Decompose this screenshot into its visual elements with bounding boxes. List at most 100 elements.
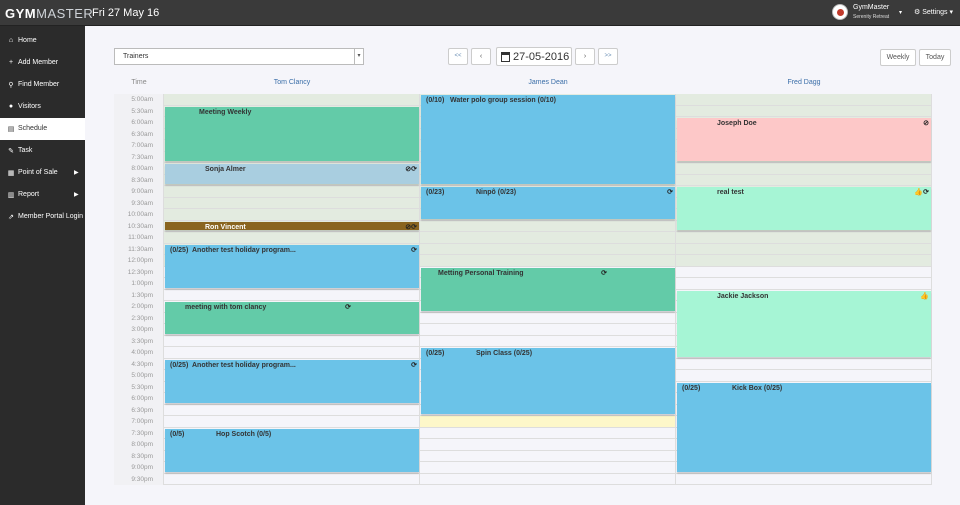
time-row[interactable]: 9:30pm (114, 473, 932, 485)
schedule-event[interactable]: Sonja Almer ⊘⟳ (165, 164, 419, 184)
time-label: 7:30pm (114, 427, 164, 439)
event-title: Metting Personal Training (438, 269, 524, 277)
time-label: 8:00am (114, 163, 164, 175)
time-label: 9:00am (114, 186, 164, 198)
schedule-event[interactable]: Jackie Jackson 👍 (677, 290, 931, 357)
column-divider (675, 94, 676, 485)
event-title: Kick Box (0/25) (732, 384, 783, 392)
weekly-button[interactable]: Weekly (880, 49, 916, 66)
time-label: 10:30am (114, 220, 164, 232)
member-portal-login-icon: ⇗ (8, 214, 14, 221)
event-status-icon: ⊘ (923, 120, 929, 127)
time-label: 7:00am (114, 140, 164, 152)
date-picker[interactable]: 27-05-2016 (496, 47, 572, 66)
column-header-james-dean[interactable]: James Dean (420, 79, 676, 86)
sidebar-item-label: Add Member (18, 59, 59, 66)
schedule-event[interactable]: (0/25) Another test holiday program... ⟳ (165, 359, 419, 403)
calendar-icon (501, 52, 510, 62)
event-title: Another test holiday program... (192, 361, 296, 369)
sidebar-item-visitors[interactable]: ● Visitors (0, 96, 85, 118)
time-label: 9:30pm (114, 473, 164, 485)
selected-date: 27-05-2016 (513, 51, 570, 63)
event-title: Meeting Weekly (199, 108, 252, 116)
schedule-event[interactable]: real test 👍⟳ (677, 187, 931, 230)
schedule-event[interactable]: (0/25) Spin Class (0/25) (421, 348, 675, 414)
schedule-event[interactable]: (0/25) Kick Box (0/25) (677, 382, 931, 472)
caret-down-icon: ▾ (899, 10, 903, 16)
point-of-sale-icon: ▦ (7, 170, 15, 177)
event-title: Another test holiday program... (192, 246, 296, 254)
next-day-button[interactable]: › (575, 48, 595, 65)
sidebar-item-schedule[interactable]: ▤ Schedule (0, 118, 85, 140)
time-label: 6:30pm (114, 404, 164, 416)
event-capacity: (0/25) (170, 361, 189, 369)
report-icon: ▥ (7, 192, 15, 199)
event-title: Ninpô (0/23) (476, 189, 517, 196)
column-header-tom-clancy[interactable]: Tom Clancy (164, 79, 420, 86)
time-label: 9:30am (114, 197, 164, 209)
time-label: 3:00pm (114, 324, 164, 336)
event-title: Ron Vincent (205, 223, 246, 231)
first-page-button[interactable]: << (448, 48, 468, 65)
schedule-event[interactable]: Joseph Doe ⊘ (677, 118, 931, 161)
visitors-icon: ● (8, 103, 14, 110)
event-status-icon: 👍 (920, 292, 929, 300)
event-title: Water polo group session (0/10) (450, 97, 556, 104)
schedule-main: Trainers ▾ << ‹ 27-05-2016 › >> Weekly T… (85, 26, 960, 505)
schedule-event[interactable]: (0/23) Ninpô (0/23) ⟳ (421, 187, 675, 219)
user-avatar-icon (832, 4, 848, 20)
schedule-icon: ▤ (7, 126, 15, 133)
time-label: 11:00am (114, 232, 164, 244)
event-title: Jackie Jackson (717, 292, 769, 300)
sidebar-item-member-portal-login[interactable]: ⇗ Member Portal Login (0, 206, 85, 228)
resource-type-select[interactable]: Trainers ▾ (114, 48, 364, 65)
event-capacity: (0/23) (426, 189, 445, 196)
sidebar-item-label: Member Portal Login (18, 213, 83, 220)
time-label: 6:00am (114, 117, 164, 129)
schedule-event[interactable]: Ron Vincent ⊘⟳ (165, 221, 419, 231)
time-label: 1:30pm (114, 289, 164, 301)
sidebar-item-add-member[interactable]: + Add Member (0, 52, 85, 74)
schedule-event[interactable]: Meeting Weekly (165, 106, 419, 161)
time-label: 7:00pm (114, 416, 164, 428)
sidebar-item-task[interactable]: ✎ Task (0, 140, 85, 162)
column-header-fred-dagg[interactable]: Fred Dagg (676, 79, 932, 86)
schedule-event[interactable]: (0/5) Hop Scotch (0/5) (165, 428, 419, 472)
time-label: 12:30pm (114, 266, 164, 278)
find-member-icon: ⚲ (8, 82, 14, 89)
sidebar-item-home[interactable]: ⌂ Home (0, 30, 85, 52)
settings-menu[interactable]: ⚙ Settings ▾ (914, 8, 953, 16)
time-label: 8:30pm (114, 450, 164, 462)
sidebar-item-label: Report (18, 191, 40, 198)
time-label: 4:00pm (114, 347, 164, 359)
sidebar-item-label: Home (18, 37, 37, 44)
schedule-event[interactable]: (0/10) Water polo group session (0/10) (421, 95, 675, 184)
sidebar-item-label: Schedule (18, 125, 48, 132)
last-page-button[interactable]: >> (598, 48, 618, 65)
time-label: 5:00pm (114, 370, 164, 382)
user-menu[interactable]: GymMaster Serenity Retreat ▾ (832, 3, 906, 23)
event-status-icon: ⟳ (411, 246, 417, 254)
event-capacity: (0/10) (426, 97, 445, 104)
event-status-icon: ⊘⟳ (405, 166, 417, 173)
schedule-event[interactable]: meeting with tom clancy ⟳ (165, 302, 419, 334)
column-divider (419, 94, 420, 485)
event-title: Hop Scotch (0/5) (216, 430, 272, 438)
time-row[interactable]: 11:00am (114, 232, 932, 244)
previous-day-button[interactable]: ‹ (471, 48, 491, 65)
event-title: real test (717, 189, 744, 196)
schedule-grid: 5:00am 5:30am 6:00am 6:30am 7:00am 7:30am 8:00… (114, 94, 932, 485)
today-button[interactable]: Today (919, 49, 951, 66)
time-label: 11:30am (114, 243, 164, 255)
sidebar-item-point-of-sale[interactable]: ▦ Point of Sale ▶ (0, 162, 85, 184)
time-label: 7:30am (114, 151, 164, 163)
schedule-event[interactable]: Metting Personal Training ⟳ (421, 267, 675, 311)
schedule-event[interactable]: (0/25) Another test holiday program... ⟳ (165, 244, 419, 288)
user-location: Serenity Retreat (853, 14, 890, 20)
gymmaster-logo[interactable]: GYMMASTER (5, 6, 93, 21)
sidebar-item-find-member[interactable]: ⚲ Find Member (0, 74, 85, 96)
logo-bold: GYM (5, 6, 37, 21)
sidebar-item-report[interactable]: ▥ Report ▶ (0, 184, 85, 206)
add-member-icon: + (8, 59, 14, 66)
event-status-icon: ⊘⟳ (405, 223, 417, 231)
